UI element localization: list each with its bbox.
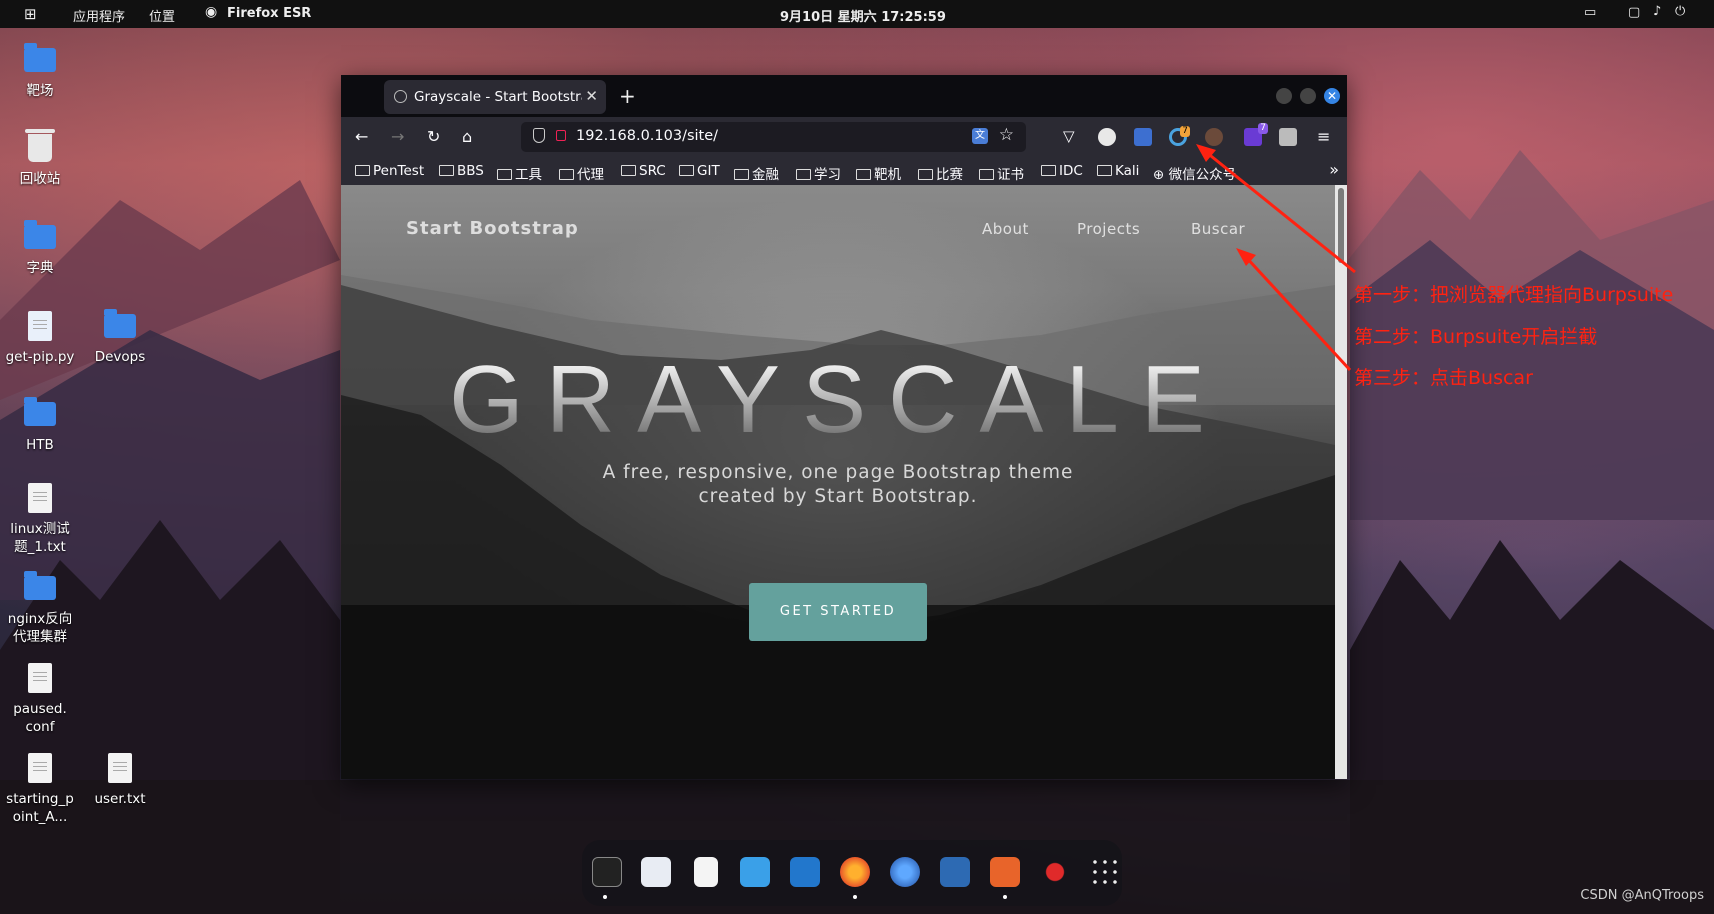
running-indicator bbox=[603, 895, 607, 899]
annotation-arrows bbox=[1196, 144, 1356, 372]
app-grid-icon[interactable] bbox=[1090, 857, 1120, 887]
text-editor-icon[interactable] bbox=[694, 857, 718, 887]
watermark: CSDN @AnQTroops bbox=[1580, 888, 1704, 903]
cherrytree-icon[interactable] bbox=[1040, 857, 1070, 887]
terminal-icon[interactable] bbox=[592, 857, 622, 887]
files-icon[interactable] bbox=[641, 857, 671, 887]
firefox-icon[interactable] bbox=[840, 857, 870, 887]
metasploit-icon[interactable] bbox=[940, 857, 970, 887]
arrow-step1 bbox=[1205, 150, 1356, 274]
annotation-step2: 第二步：Burpsuite开启拦截 bbox=[1354, 326, 1598, 348]
network-app-icon[interactable] bbox=[740, 857, 770, 887]
annotation-step3: 第三步：点击Buscar bbox=[1354, 367, 1533, 389]
running-indicator bbox=[853, 895, 857, 899]
dock bbox=[582, 840, 1122, 906]
burpsuite-icon[interactable] bbox=[990, 857, 1020, 887]
arrow-step3 bbox=[1243, 254, 1352, 372]
chromium-icon[interactable] bbox=[890, 857, 920, 887]
running-indicator bbox=[1003, 895, 1007, 899]
annotation-step1: 第一步：把浏览器代理指向Burpsuite bbox=[1354, 284, 1674, 306]
vscode-icon[interactable] bbox=[790, 857, 820, 887]
